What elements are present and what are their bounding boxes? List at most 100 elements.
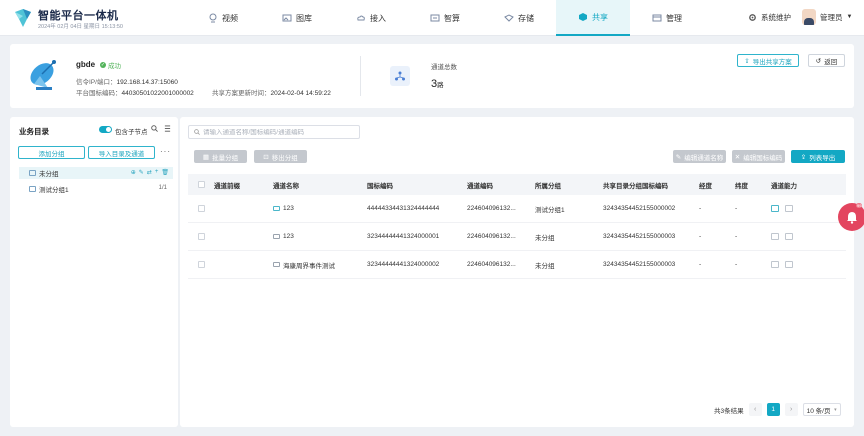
- cell-latitude: -: [735, 233, 738, 240]
- snapshot-capability-icon: [771, 233, 779, 240]
- cell-dir-code: 32434354452155000003: [603, 261, 676, 268]
- edit-gb-code-label: 编辑国标编码: [743, 154, 783, 162]
- camera-icon: [273, 234, 280, 239]
- table-row[interactable]: 海康周界事件测试 32344444441324000002 2246040961…: [188, 251, 846, 279]
- nav-storage[interactable]: 存储: [482, 0, 556, 36]
- add-group-button[interactable]: 添加分组: [18, 146, 85, 159]
- app-title: 智能平台一体机: [38, 10, 119, 22]
- batch-icon: ▦: [202, 153, 210, 161]
- chevron-down-icon: ▼: [846, 14, 853, 20]
- cell-channel-code: 224604096132...: [467, 261, 516, 268]
- gear-icon: [749, 14, 756, 21]
- tree-item-ungrouped[interactable]: 未分组 ⊕ ✎ ⇄ + 🗑: [19, 167, 173, 179]
- device-name: gbde: [76, 60, 96, 69]
- col-group: 所属分组: [535, 182, 561, 190]
- share-time-row: 共享方案更新时间：2024-02-04 14:59:22: [212, 87, 331, 97]
- edit-channel-name-label: 编辑通道名称: [684, 154, 724, 162]
- gb-code-value: 44030501022001000002: [121, 90, 194, 97]
- cell-group: 未分组: [535, 262, 555, 270]
- move-icon[interactable]: ⇄: [147, 169, 152, 176]
- signal-ip-label: 信令IP/端口：: [76, 79, 117, 86]
- business-directory-panel: 业务目录 包含子节点 添加分组 导入目录及通道 ··· 未分组 ⊕ ✎ ⇄ + …: [10, 117, 178, 427]
- page-size-select[interactable]: 10 条/页 ▾: [802, 403, 841, 416]
- table-row[interactable]: 123 44444334431324444444 224604096132...…: [188, 195, 846, 223]
- video-capability-icon: [785, 261, 793, 268]
- export-list-label: 列表导出: [809, 154, 836, 162]
- export-list-button[interactable]: ⇪ 列表导出: [791, 150, 845, 163]
- edit-gb-code-button[interactable]: ✕ 编辑国标编码: [732, 150, 785, 163]
- cloud-icon: [357, 15, 365, 21]
- channel-icon: [390, 66, 410, 86]
- share-time-label: 共享方案更新时间：: [212, 90, 271, 97]
- col-name: 通道名称: [273, 182, 299, 190]
- avatar: [802, 9, 816, 25]
- search-input[interactable]: [203, 128, 353, 136]
- bell-icon: [847, 211, 857, 224]
- user-label: 管理员: [820, 12, 843, 22]
- system-maintenance[interactable]: 系统维护: [748, 12, 791, 23]
- export-share-plan-button[interactable]: ⇪ 导出共享方案: [737, 54, 799, 67]
- table-row[interactable]: 123 32344444441324000001 224604096132...…: [188, 223, 846, 251]
- nav-manage[interactable]: 管理: [630, 0, 704, 36]
- remove-group-button[interactable]: ⊡ 移出分组: [254, 150, 307, 163]
- manage-icon: [652, 14, 662, 22]
- network-icon: [395, 71, 405, 81]
- import-directory-button[interactable]: 导入目录及通道: [88, 146, 155, 159]
- tree-item-label: 未分组: [39, 171, 59, 178]
- prev-page-button[interactable]: ‹: [748, 403, 762, 416]
- nav-gallery[interactable]: 图库: [260, 0, 334, 36]
- channel-unit: 路: [437, 82, 444, 89]
- snapshot-capability-icon: [771, 261, 779, 268]
- status-badge: ✓ 成功: [100, 60, 121, 70]
- edit-icon[interactable]: ✎: [139, 169, 144, 176]
- row-checkbox[interactable]: [197, 261, 205, 268]
- search-icon: [194, 129, 200, 135]
- user-menu[interactable]: 管理员 ▼: [802, 9, 852, 25]
- camera-icon: [273, 206, 280, 211]
- gb-code-row: 平台国标编码：44030501022001000002: [76, 87, 194, 97]
- snapshot-capability-icon: [771, 205, 779, 212]
- gb-code-label: 平台国标编码：: [76, 90, 122, 97]
- nav-video-label: 视频: [222, 13, 238, 23]
- include-children-label: 包含子节点: [115, 129, 148, 136]
- table-header: 通道前缀 通道名称 国标编码 通道编码 所属分组 共享目录分组国标编码 经度 纬…: [188, 174, 846, 195]
- more-icon[interactable]: ···: [160, 147, 171, 156]
- device-info-card: gbde ✓ 成功 信令IP/端口：192.168.14.37:15060 平台…: [10, 44, 854, 108]
- edit-icon: ✎: [675, 153, 682, 161]
- cell-gb-code: 44444334431324444444: [367, 205, 440, 212]
- nav-access[interactable]: 接入: [334, 0, 408, 36]
- cell-latitude: -: [735, 261, 738, 268]
- col-capability: 通道能力: [771, 182, 797, 190]
- search-icon[interactable]: [151, 125, 158, 132]
- row-checkbox[interactable]: [197, 233, 205, 240]
- nav-storage-label: 存储: [518, 13, 534, 23]
- col-gb-code: 国标编码: [367, 182, 393, 190]
- next-page-button[interactable]: ›: [784, 403, 798, 416]
- plus-icon[interactable]: +: [155, 169, 159, 176]
- batch-group-button[interactable]: ▦ 批量分组: [194, 150, 247, 163]
- tree-item-test-group[interactable]: 测试分组1 1/1: [19, 183, 173, 195]
- nav-access-label: 接入: [370, 13, 386, 23]
- camera-icon: [273, 262, 280, 267]
- row-checkbox[interactable]: [197, 205, 205, 212]
- tree-item-actions: ⊕ ✎ ⇄ + 🗑: [131, 169, 169, 176]
- share-time-value: 2024-02-04 14:59:22: [270, 90, 331, 97]
- edit-channel-name-button[interactable]: ✎ 编辑通道名称: [673, 150, 726, 163]
- check-icon: ✓: [100, 62, 106, 68]
- nav-share[interactable]: 共享: [556, 0, 630, 36]
- code-icon: ✕: [734, 153, 741, 161]
- add-circle-icon[interactable]: ⊕: [131, 169, 136, 176]
- cell-longitude: -: [699, 261, 702, 268]
- nav-compute[interactable]: 智算: [408, 0, 482, 36]
- include-children-toggle[interactable]: [99, 126, 112, 133]
- page-number[interactable]: 1: [766, 403, 780, 416]
- back-button[interactable]: ↺ 返回: [808, 54, 845, 67]
- channel-list-panel: ▦ 批量分组 ⊡ 移出分组 ✎ 编辑通道名称 ✕ 编辑国标编码 ⇪ 列表导出 通…: [180, 117, 854, 427]
- pagination-total: 共3条结果: [714, 407, 744, 415]
- cell-name: 海康周界事件测试: [283, 262, 335, 270]
- list-collapse-icon[interactable]: [164, 125, 171, 132]
- cell-latitude: -: [735, 205, 738, 212]
- delete-icon[interactable]: 🗑: [161, 169, 169, 176]
- nav-video[interactable]: 视频: [186, 0, 260, 36]
- select-all-checkbox[interactable]: [197, 181, 205, 188]
